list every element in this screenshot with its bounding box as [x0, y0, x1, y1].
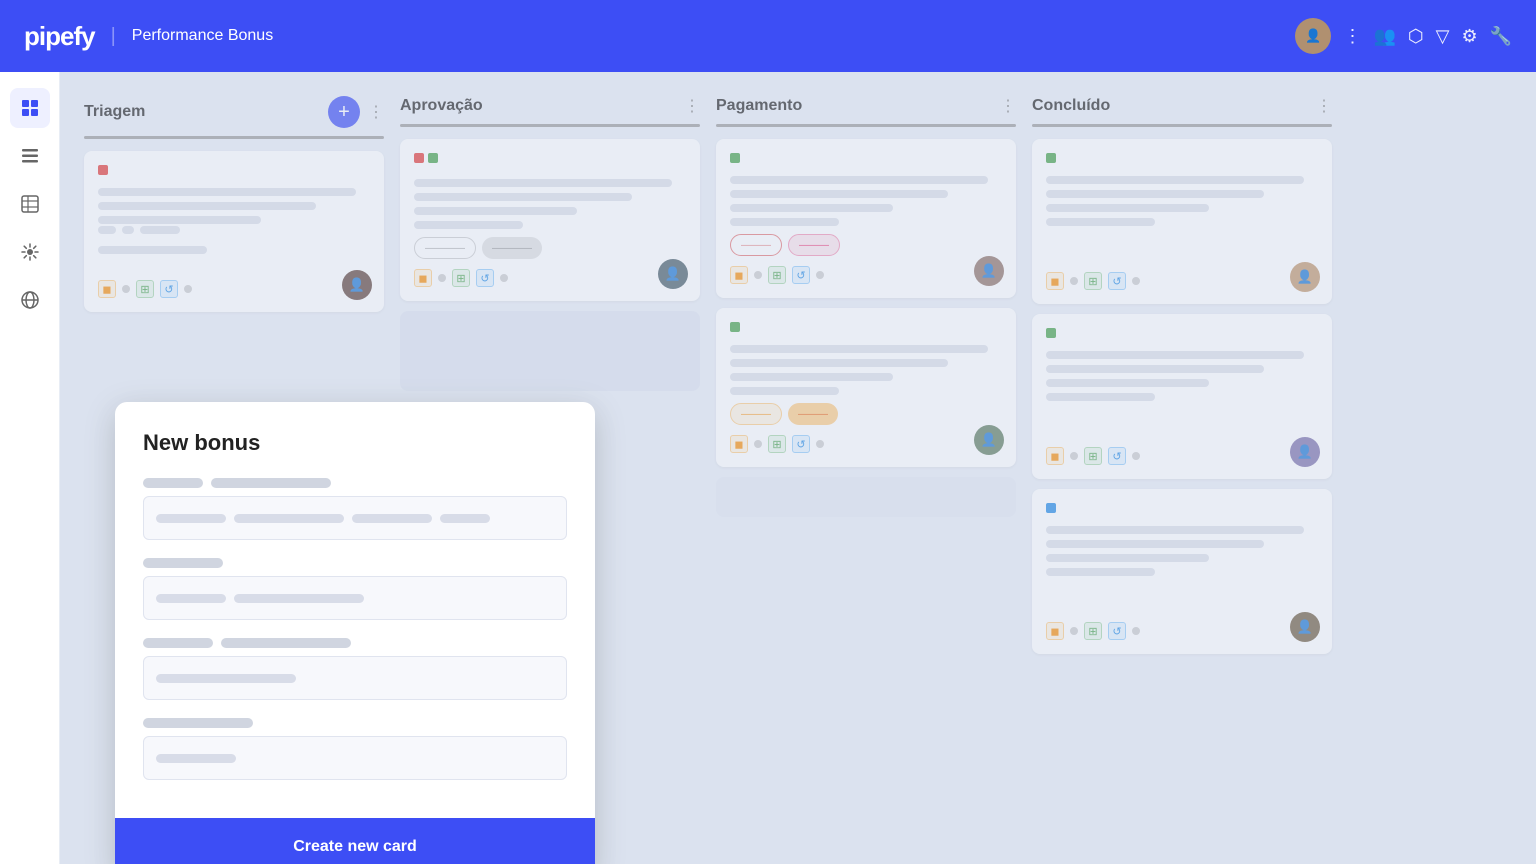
modal-title: New bonus	[143, 430, 567, 456]
topnav-actions: 👤 ⋮ 👥 ⬡ ▽ ⚙ 🔧	[1295, 18, 1512, 54]
form-input-4[interactable]	[143, 736, 567, 780]
modal-body: New bonus	[115, 402, 595, 818]
form-field-2	[143, 558, 567, 620]
new-card-modal: New bonus	[115, 402, 595, 864]
form-field-1	[143, 478, 567, 540]
sidebar-item-automation[interactable]	[10, 232, 50, 272]
form-field-4	[143, 718, 567, 780]
users-icon[interactable]: 👥	[1373, 26, 1395, 47]
modal-footer: Create new card	[115, 818, 595, 864]
logo-area: pipefy | Performance Bonus	[24, 21, 273, 52]
sidebar	[0, 72, 60, 864]
logo: pipefy	[24, 21, 95, 52]
sidebar-item-list[interactable]	[10, 136, 50, 176]
sidebar-item-grid[interactable]	[10, 88, 50, 128]
export-icon[interactable]: ⬡	[1408, 26, 1424, 47]
form-input-2[interactable]	[143, 576, 567, 620]
main-layout: Triagem + ⋮	[0, 72, 1536, 864]
create-new-card-button[interactable]: Create new card	[143, 838, 567, 856]
board-area: Triagem + ⋮	[60, 72, 1536, 864]
form-field-3	[143, 638, 567, 700]
sidebar-item-table[interactable]	[10, 184, 50, 224]
settings-icon[interactable]: ⚙	[1461, 26, 1477, 47]
form-input-3[interactable]	[143, 656, 567, 700]
page-title: Performance Bonus	[132, 27, 273, 45]
wrench-icon[interactable]: 🔧	[1490, 26, 1512, 47]
form-input-1[interactable]	[143, 496, 567, 540]
user-avatar[interactable]: 👤	[1295, 18, 1331, 54]
filter-icon[interactable]: ▽	[1436, 26, 1450, 47]
more-icon[interactable]: ⋮	[1343, 26, 1361, 47]
sidebar-item-globe[interactable]	[10, 280, 50, 320]
topnav: pipefy | Performance Bonus 👤 ⋮ 👥 ⬡ ▽ ⚙ 🔧	[0, 0, 1536, 72]
